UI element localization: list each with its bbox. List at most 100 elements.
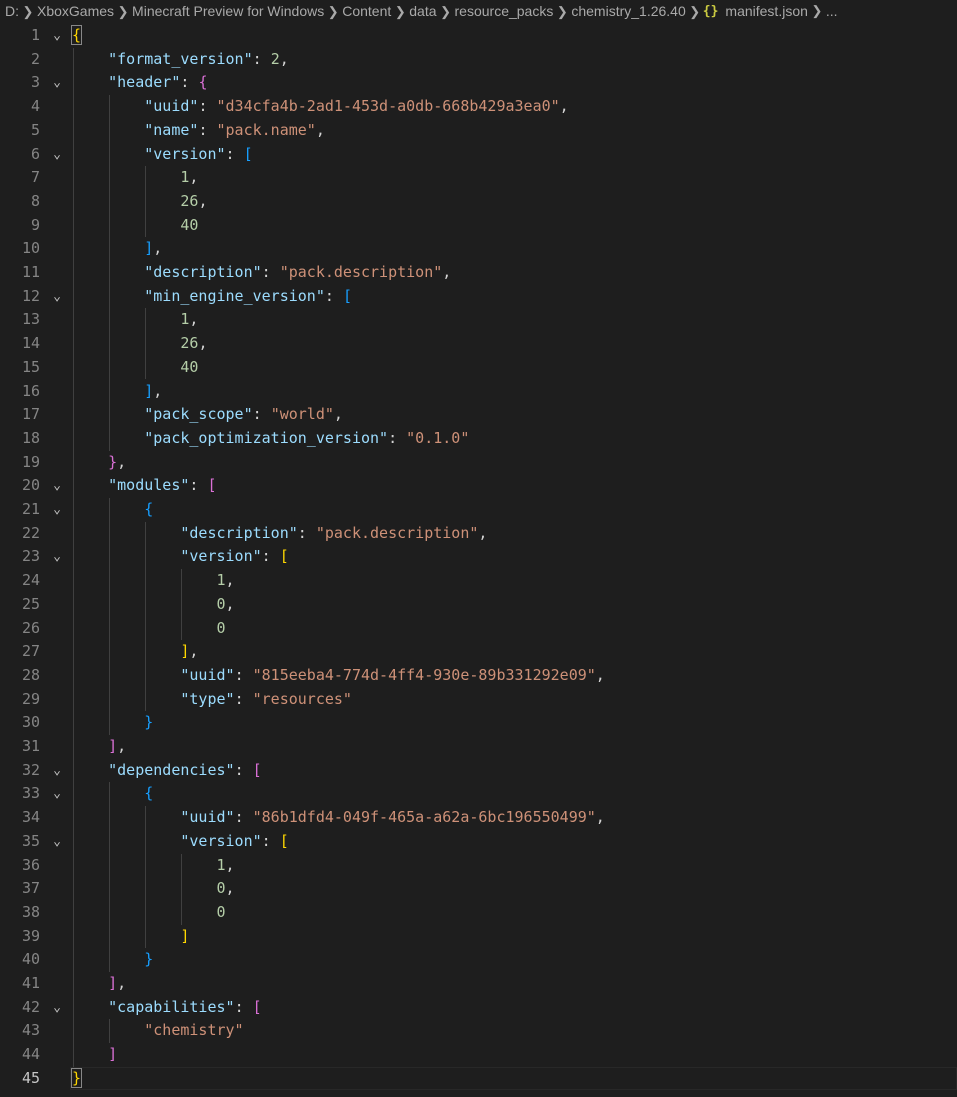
code-line[interactable]: 20 ⌄ "modules": [ bbox=[0, 474, 957, 498]
breadcrumb-item[interactable]: resource_packs bbox=[454, 3, 555, 19]
breadcrumb-item[interactable]: XboxGames bbox=[36, 3, 115, 19]
code-line[interactable]: 43 "chemistry" bbox=[0, 1019, 957, 1043]
code-line[interactable]: 9 40 bbox=[0, 214, 957, 238]
code-token: 2 bbox=[270, 49, 280, 68]
code-line[interactable]: 44 ] bbox=[0, 1043, 957, 1067]
code-line[interactable]: 16 ], bbox=[0, 380, 957, 404]
code-line[interactable]: 39 ] bbox=[0, 925, 957, 949]
code-token: : bbox=[252, 405, 271, 424]
code-text: ], bbox=[72, 735, 126, 759]
code-token: "pack_optimization_version" bbox=[144, 428, 389, 447]
fold-chevron-down-icon[interactable]: ⌄ bbox=[49, 759, 65, 783]
code-token: { bbox=[198, 73, 208, 92]
code-line[interactable]: 21 ⌄ { bbox=[0, 498, 957, 522]
code-line[interactable]: 42 ⌄ "capabilities": [ bbox=[0, 996, 957, 1020]
code-line[interactable]: 12 ⌄ "min_engine_version": [ bbox=[0, 285, 957, 309]
code-token: , bbox=[279, 49, 289, 68]
code-line[interactable]: 17 "pack_scope": "world", bbox=[0, 403, 957, 427]
code-line[interactable]: 30 } bbox=[0, 711, 957, 735]
fold-chevron-down-icon[interactable]: ⌄ bbox=[49, 498, 65, 522]
code-line[interactable]: 18 "pack_optimization_version": "0.1.0" bbox=[0, 427, 957, 451]
line-number: 26 bbox=[21, 618, 40, 637]
code-line[interactable]: 6 ⌄ "version": [ bbox=[0, 143, 957, 167]
code-line[interactable]: 19 }, bbox=[0, 451, 957, 475]
code-text: "type": "resources" bbox=[72, 688, 352, 712]
code-line[interactable]: 22 "description": "pack.description", bbox=[0, 522, 957, 546]
code-token: "header" bbox=[108, 73, 181, 92]
fold-chevron-down-icon[interactable]: ⌄ bbox=[49, 474, 65, 498]
code-token: : bbox=[234, 689, 253, 708]
fold-chevron-down-icon[interactable]: ⌄ bbox=[49, 71, 65, 95]
code-line[interactable]: 4 "uuid": "d34cfa4b-2ad1-453d-a0db-668b4… bbox=[0, 95, 957, 119]
code-token: : bbox=[225, 144, 244, 163]
code-line[interactable]: 11 "description": "pack.description", bbox=[0, 261, 957, 285]
code-token: : bbox=[234, 808, 253, 827]
code-text: "modules": [ bbox=[72, 474, 216, 498]
breadcrumb-item[interactable]: data bbox=[408, 3, 437, 19]
code-token: , bbox=[198, 191, 208, 210]
code-line[interactable]: 36 1, bbox=[0, 854, 957, 878]
code-line[interactable]: 1 ⌄{ bbox=[0, 24, 957, 48]
code-line[interactable]: 28 "uuid": "815eeba4-774d-4ff4-930e-89b3… bbox=[0, 664, 957, 688]
indent-guide bbox=[145, 308, 147, 380]
code-line[interactable]: 3 ⌄ "header": { bbox=[0, 71, 957, 95]
code-line[interactable]: 13 1, bbox=[0, 308, 957, 332]
code-line[interactable]: 23 ⌄ "version": [ bbox=[0, 545, 957, 569]
fold-chevron-down-icon[interactable]: ⌄ bbox=[49, 996, 65, 1020]
code-line[interactable]: 25 0, bbox=[0, 593, 957, 617]
code-line[interactable]: 31 ], bbox=[0, 735, 957, 759]
code-line[interactable]: 15 40 bbox=[0, 356, 957, 380]
breadcrumb: D: ❯ XboxGames ❯ Minecraft Preview for Windo… bbox=[0, 0, 957, 22]
indent-guide bbox=[73, 47, 74, 1067]
code-line[interactable]: 38 0 bbox=[0, 901, 957, 925]
code-token: "uuid" bbox=[180, 808, 235, 827]
code-text: } bbox=[72, 711, 153, 735]
code-line[interactable]: 24 1, bbox=[0, 569, 957, 593]
line-number: 42 bbox=[21, 997, 40, 1016]
code-token: , bbox=[478, 523, 488, 542]
fold-chevron-down-icon[interactable]: ⌄ bbox=[49, 285, 65, 309]
code-line[interactable]: 32 ⌄ "dependencies": [ bbox=[0, 759, 957, 783]
code-line[interactable]: 40 } bbox=[0, 948, 957, 972]
fold-chevron-down-icon[interactable]: ⌄ bbox=[49, 143, 65, 167]
code-text: "dependencies": [ bbox=[72, 759, 262, 783]
breadcrumb-item[interactable]: Content bbox=[341, 3, 392, 19]
code-line[interactable]: 10 ], bbox=[0, 237, 957, 261]
line-number: 6 bbox=[30, 144, 40, 163]
breadcrumb-overflow[interactable]: ... bbox=[825, 3, 839, 19]
code-line[interactable]: 26 0 bbox=[0, 617, 957, 641]
code-text: { bbox=[72, 498, 153, 522]
code-token: ] bbox=[108, 1045, 118, 1064]
code-line[interactable]: 37 0, bbox=[0, 877, 957, 901]
code-line[interactable]: 8 26, bbox=[0, 190, 957, 214]
code-line[interactable]: 45} bbox=[0, 1067, 957, 1091]
code-text: { bbox=[70, 24, 83, 48]
line-number: 37 bbox=[21, 879, 40, 898]
code-line[interactable]: 2 "format_version": 2, bbox=[0, 48, 957, 72]
breadcrumb-file[interactable]: manifest.json bbox=[724, 3, 808, 19]
breadcrumb-item[interactable]: Minecraft Preview for Windows bbox=[131, 3, 325, 19]
code-line[interactable]: 14 26, bbox=[0, 332, 957, 356]
fold-chevron-down-icon[interactable]: ⌄ bbox=[49, 545, 65, 569]
code-line[interactable]: 5 "name": "pack.name", bbox=[0, 119, 957, 143]
code-text: "chemistry" bbox=[72, 1019, 243, 1043]
breadcrumb-item[interactable]: chemistry_1.26.40 bbox=[570, 3, 686, 19]
code-line[interactable]: 34 "uuid": "86b1dfd4-049f-465a-a62a-6bc1… bbox=[0, 806, 957, 830]
code-line[interactable]: 7 1, bbox=[0, 166, 957, 190]
code-text: "description": "pack.description", bbox=[72, 522, 487, 546]
code-line[interactable]: 41 ], bbox=[0, 972, 957, 996]
code-token: { bbox=[144, 784, 154, 803]
code-line[interactable]: 27 ], bbox=[0, 640, 957, 664]
code-line[interactable]: 33 ⌄ { bbox=[0, 782, 957, 806]
code-editor[interactable]: 1 ⌄{2 "format_version": 2, 3 ⌄ "header": {4… bbox=[0, 24, 957, 1097]
fold-chevron-down-icon[interactable]: ⌄ bbox=[49, 782, 65, 806]
fold-chevron-down-icon[interactable]: ⌄ bbox=[49, 830, 65, 854]
code-line[interactable]: 29 "type": "resources" bbox=[0, 688, 957, 712]
code-line[interactable]: 35 ⌄ "version": [ bbox=[0, 830, 957, 854]
fold-chevron-down-icon[interactable]: ⌄ bbox=[49, 24, 65, 48]
line-number: 1 bbox=[30, 26, 40, 44]
breadcrumb-item[interactable]: D: bbox=[4, 3, 20, 19]
